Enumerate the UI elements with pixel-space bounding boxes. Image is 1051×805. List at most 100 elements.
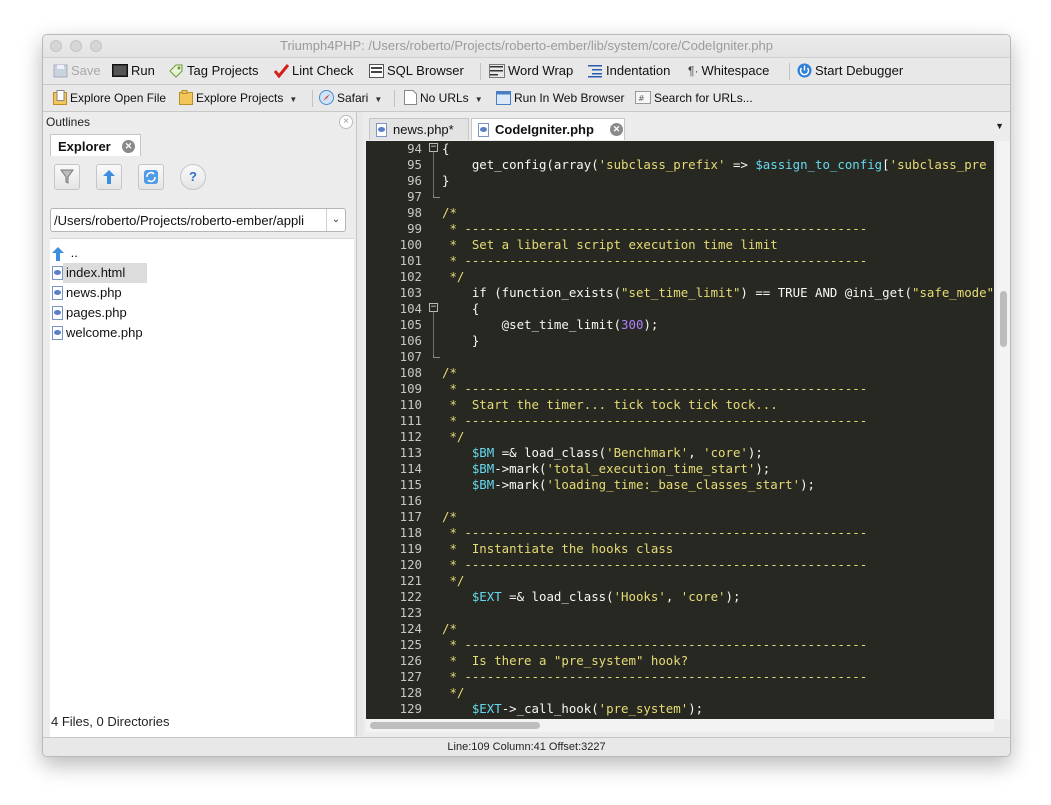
close-window-button[interactable] [50,40,62,52]
code-line: 124 /* [366,621,994,637]
code-text: { [442,141,450,156]
line-number: 118 [399,525,422,540]
vertical-scrollbar[interactable] [997,141,1010,719]
close-tab-icon[interactable]: ✕ [122,140,135,153]
line-number: 117 [399,509,422,524]
parent-directory-button[interactable] [96,164,122,190]
word-wrap-button[interactable]: Word Wrap [489,58,573,84]
sql-browser-button[interactable]: SQL Browser [369,58,464,84]
code-text: $BM->mark('total_execution_time_start'); [471,461,771,476]
list-item-label: index.html [63,263,148,283]
panel-splitter[interactable] [357,112,363,736]
scroll-thumb[interactable] [370,722,540,729]
code-line: 125 * ----------------------------------… [366,637,994,653]
code-line: 113 $BM =& load_class('Benchmark', 'core… [366,445,994,461]
run-in-web-browser-button[interactable]: Run In Web Browser [496,85,625,111]
chevron-down-icon[interactable]: ▼ [475,95,483,104]
tab-news-php[interactable]: news.php* [369,118,469,140]
fold-toggle-icon[interactable]: − [429,143,438,152]
code-line: 118 * ----------------------------------… [366,525,994,541]
explore-open-file-button[interactable]: Explore Open File [53,85,166,111]
line-number: 128 [399,685,422,700]
list-item[interactable]: index.html [50,263,148,283]
line-number: 114 [399,461,422,476]
code-text: * --------------------------------------… [442,637,868,652]
toolbar-separator [312,90,313,107]
lint-check-button[interactable]: Lint Check [274,58,353,84]
list-item-parent[interactable]: .. [50,243,100,263]
zoom-window-button[interactable] [90,40,102,52]
up-arrow-icon [52,246,64,261]
scroll-thumb[interactable] [1000,291,1007,347]
line-number: 108 [399,365,422,380]
tab-list-chevron-icon[interactable]: ▼ [995,121,1004,131]
title-bar: Triumph4PHP: /Users/roberto/Projects/rob… [43,35,1010,58]
whitespace-button[interactable]: ¶· Whitespace [688,58,769,84]
line-number: 126 [399,653,422,668]
fold-toggle-icon[interactable]: − [429,303,438,312]
code-line: 112 */ [366,429,994,445]
chevron-down-icon[interactable]: ⌄ [326,209,345,231]
help-button[interactable]: ? [180,164,206,190]
start-debugger-button[interactable]: Start Debugger [797,58,903,84]
code-line: 115 $BM->mark('loading_time:_base_classe… [366,477,994,493]
search-urls-icon: # [635,91,651,105]
tab-explorer-label: Explorer [58,139,111,154]
tag-icon [169,64,183,78]
file-count-status: 4 Files, 0 Directories [51,714,170,729]
close-panel-icon[interactable]: × [339,115,353,129]
horizontal-scrollbar[interactable] [366,719,994,732]
code-text: */ [442,429,465,444]
line-number: 107 [399,349,422,364]
minimize-window-button[interactable] [70,40,82,52]
tag-projects-button[interactable]: Tag Projects [168,58,259,84]
urls-select[interactable]: No URLs ▼ [404,85,483,111]
code-line: 127 * ----------------------------------… [366,669,994,685]
run-button[interactable]: Run [112,58,155,84]
up-arrow-icon [103,170,115,184]
list-item[interactable]: news.php [50,283,144,303]
code-line: 110 * Start the timer... tick tock tick … [366,397,994,413]
sql-icon [369,63,384,78]
page-icon [404,90,417,106]
power-icon [797,63,812,78]
path-select[interactable]: /Users/roberto/Projects/roberto-ember/ap… [50,208,346,232]
code-text: /* [442,509,457,524]
php-file-icon [478,122,489,137]
line-number: 98 [407,205,422,220]
code-text: * Is there a "pre_system" hook? [442,653,689,668]
save-button[interactable]: Save [53,58,101,84]
close-tab-icon[interactable]: ✕ [610,123,623,136]
list-item[interactable]: pages.php [50,303,149,323]
code-text: if (function_exists("set_time_limit") ==… [442,285,994,300]
list-item[interactable]: welcome.php [50,323,165,343]
indentation-button[interactable]: Indentation [588,58,670,84]
tab-codeigniter-php[interactable]: CodeIgniter.php ✕ [471,118,625,140]
filter-button[interactable] [54,164,80,190]
browser-select[interactable]: Safari ▼ [319,85,382,111]
search-for-urls-button[interactable]: # Search for URLs... [635,85,753,111]
line-number: 96 [407,173,422,188]
code-text: */ [442,685,465,700]
list-item-label: pages.php [66,305,127,320]
explore-projects-button[interactable]: Explore Projects ▼ [179,85,297,111]
indentation-icon [588,64,602,78]
code-text: get_config(array('subclass_prefix' => $a… [442,157,987,172]
chevron-down-icon[interactable]: ▼ [289,95,297,104]
chevron-down-icon[interactable]: ▼ [374,95,382,104]
code-line: 108 /* [366,365,994,381]
code-line: 96} [366,173,994,189]
tab-explorer[interactable]: Explorer ✕ [50,134,141,157]
outlines-header: Outlines [46,115,91,129]
code-line: 120 * ----------------------------------… [366,557,994,573]
fold-end-marker [433,349,440,358]
refresh-button[interactable] [138,164,164,190]
line-number: 121 [399,573,422,588]
code-text: * --------------------------------------… [442,221,868,236]
code-editor[interactable]: 94−{95 get_config(array('subclass_prefix… [366,141,994,719]
code-line: 122 $EXT =& load_class('Hooks', 'core'); [366,589,994,605]
code-text: $EXT->_call_hook('pre_system'); [471,701,704,716]
fold-guide [433,152,434,195]
fold-guide [433,312,434,355]
browser-window-icon [496,90,511,105]
